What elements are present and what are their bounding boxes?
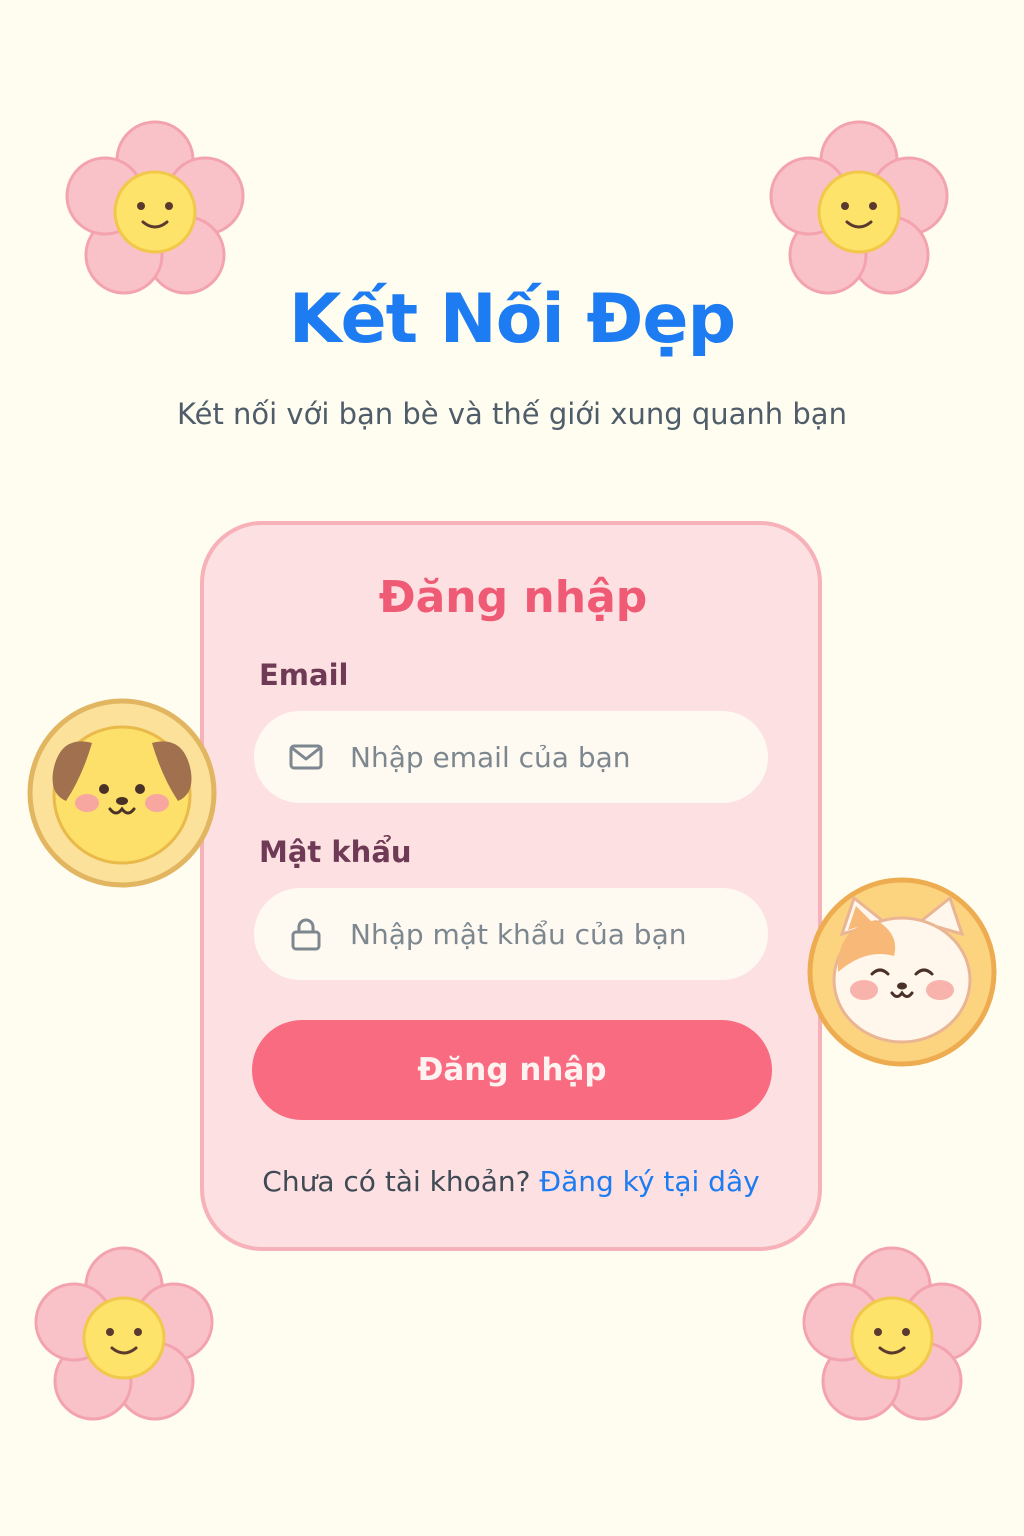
kitten-badge-icon bbox=[806, 876, 998, 1068]
flower-bottom-left-icon bbox=[24, 1238, 224, 1438]
email-input[interactable] bbox=[348, 726, 752, 788]
signup-link[interactable]: Đăng ký tại dây bbox=[539, 1165, 759, 1198]
app-title: Kết Nối Đẹp bbox=[288, 280, 736, 359]
login-button[interactable]: Đăng nhập bbox=[252, 1020, 772, 1120]
signup-prompt: Chưa có tài khoản? bbox=[262, 1165, 531, 1198]
lock-icon bbox=[286, 914, 326, 954]
password-label: Mật khẩu bbox=[259, 835, 412, 869]
app-subtitle: Két nối với bạn bè và thế giới xung quan… bbox=[177, 397, 847, 431]
password-field-wrapper[interactable] bbox=[254, 888, 768, 980]
puppy-badge-icon bbox=[26, 697, 218, 889]
login-card bbox=[200, 521, 822, 1251]
email-field-wrapper[interactable] bbox=[254, 711, 768, 803]
flower-bottom-right-icon bbox=[792, 1238, 992, 1438]
mail-icon bbox=[286, 737, 326, 777]
email-label: Email bbox=[259, 658, 349, 692]
signup-prompt-line: Chưa có tài khoản? Đăng ký tại dây bbox=[200, 1162, 822, 1202]
password-input[interactable] bbox=[348, 903, 752, 965]
login-title: Đăng nhập bbox=[378, 572, 648, 623]
